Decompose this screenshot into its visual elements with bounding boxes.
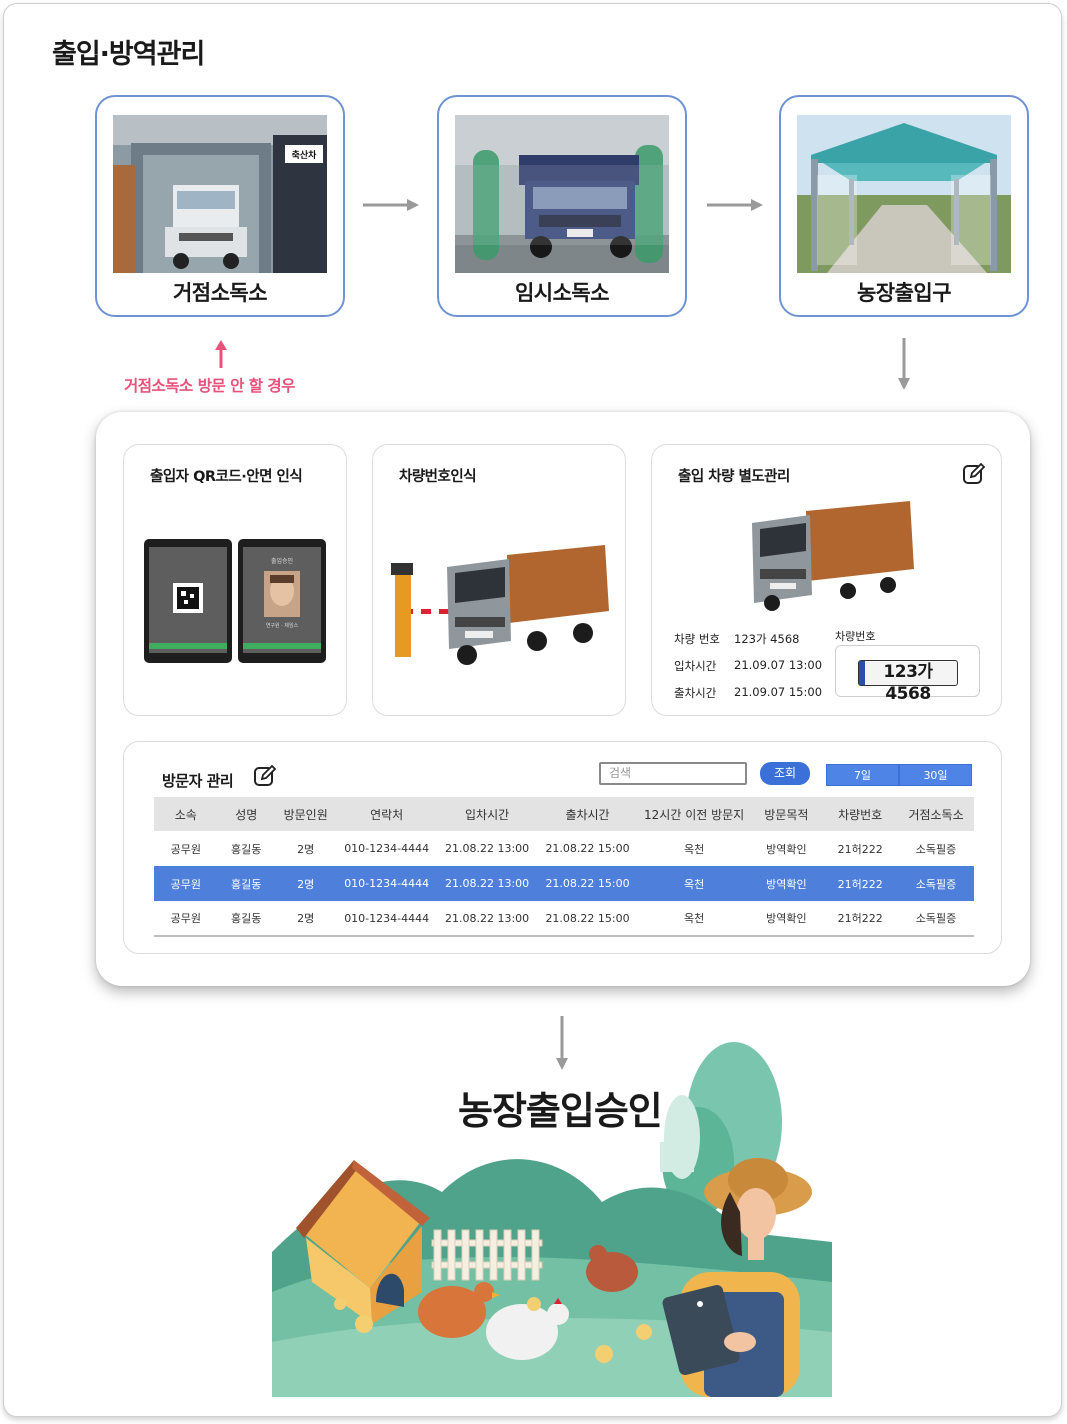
card-qr-face-recognition: 출입자 QR코드·안면 인식 출입승인 연구원 · 제임스 — [123, 444, 347, 716]
plate-display: 123가 4568 — [835, 645, 980, 704]
qr-tablet — [144, 539, 232, 663]
stage-hub-disinfection: 축산차 거점소독소 — [95, 95, 345, 317]
stage-label: 농장출입구 — [856, 281, 952, 305]
column-header: 소속 — [154, 797, 218, 831]
cell-contact: 010-1234-4444 — [336, 866, 437, 901]
cell-headcount: 2명 — [297, 842, 315, 856]
table-header-row: 소속 성명 방문인원 연락처 입차시간 출차시간 12시간 이전 방문지 방문목… — [154, 797, 974, 831]
table-row[interactable]: 공무원 홍길동 2명 010-1234-4444 21.08.22 13:00 … — [154, 831, 974, 866]
cell-purpose: 방역확인 — [750, 866, 823, 901]
cell-contact: 010-1234-4444 — [344, 842, 430, 855]
column-header: 성명 — [217, 797, 275, 831]
card-title: 출입 차량 별도관리 — [678, 469, 790, 485]
gate-truck-illustration — [391, 545, 609, 665]
stage-label: 거점소독소 — [172, 281, 268, 305]
cell-headcount: 2명 — [274, 901, 337, 937]
plate-number: 123가 4568 — [883, 662, 933, 704]
card-title: 차량번호인식 — [399, 469, 477, 485]
management-dashboard: 출입자 QR코드·안면 인식 출입승인 연구원 · 제임스 차량번호인식 출입 … — [96, 412, 1030, 986]
card-title: 방문자 관리 — [162, 772, 234, 790]
stage-farm-entrance: 농장출입구 — [779, 95, 1029, 317]
exit-time-label: 출차시간 — [674, 686, 717, 700]
vehicle-truck-illustration — [752, 501, 914, 611]
query-button[interactable]: 조회 — [760, 762, 810, 785]
skip-hub-note: 거점소독소 방문 안 할 경우 — [124, 377, 295, 395]
tablet-caption-text: 연구원 · 제임스 — [266, 622, 299, 629]
card-title: 출입자 QR코드·안면 인식 — [150, 469, 303, 485]
cell-prior-visit: 옥천 — [637, 866, 751, 901]
temporary-disinfection-photo — [455, 115, 669, 273]
stage-sign-text: 축산차 — [292, 149, 318, 161]
cell-name: 홍길동 — [231, 842, 262, 856]
cell-affiliation: 공무원 — [154, 866, 218, 901]
visitor-table: 소속 성명 방문인원 연락처 입차시간 출차시간 12시간 이전 방문지 방문목… — [154, 797, 974, 937]
cell-name: 홍길동 — [217, 901, 275, 937]
range-30d-button[interactable]: 30일 — [899, 764, 972, 786]
cell-exit-time: 21.08.22 15:00 — [537, 901, 638, 937]
column-header: 차량번호 — [822, 797, 899, 831]
cell-name: 홍길동 — [217, 866, 275, 901]
card-plate-recognition: 차량번호인식 — [372, 444, 626, 716]
cell-purpose: 방역확인 — [766, 842, 807, 856]
plate-label: 차량번호 — [835, 630, 876, 643]
cell-vehicle-number: 21허222 — [837, 842, 883, 856]
card-visitor-management: 방문자 관리 검색 조회 7일 30일 소속 성명 방문인원 연락처 입차시간 … — [123, 741, 1002, 954]
exit-time-value: 21.09.07 15:00 — [734, 685, 823, 699]
stage-label: 임시소독소 — [514, 281, 610, 305]
column-header: 12시간 이전 방문지 — [637, 797, 751, 831]
cell-contact: 010-1234-4444 — [336, 901, 437, 937]
cell-hub-disinfection: 소독필증 — [915, 842, 957, 856]
entry-time-label: 입차시간 — [674, 659, 717, 673]
license-plate: 123가 4568 — [858, 660, 958, 704]
search-input[interactable]: 검색 — [599, 762, 747, 785]
arrow-down-icon — [898, 338, 910, 390]
farm-illustration — [272, 1042, 832, 1397]
farm-entrance-photo — [797, 115, 1011, 273]
cell-exit-time: 21.08.22 15:00 — [545, 842, 630, 855]
cell-purpose: 방역확인 — [750, 901, 823, 937]
plate-band — [859, 661, 865, 685]
column-header: 거점소독소 — [898, 797, 974, 831]
table-row-selected[interactable]: 공무원 홍길동 2명 010-1234-4444 21.08.22 13:00 … — [154, 866, 974, 901]
entry-time-value: 21.09.07 13:00 — [734, 658, 823, 672]
cell-hub-disinfection: 소독필증 — [898, 866, 974, 901]
column-header: 연락처 — [336, 797, 437, 831]
cell-vehicle-number: 21허222 — [822, 901, 899, 937]
column-header: 방문인원 — [274, 797, 337, 831]
column-header: 입차시간 — [436, 797, 538, 831]
cell-entry-time: 21.08.22 13:00 — [436, 866, 538, 901]
card-vehicle-management: 출입 차량 별도관리 차량 번호 123가 4568 입차시간 21.09.07… — [651, 444, 1002, 716]
cell-entry-time: 21.08.22 13:00 — [436, 901, 538, 937]
table-row[interactable]: 공무원 홍길동 2명 010-1234-4444 21.08.22 13:00 … — [154, 901, 974, 937]
cell-prior-visit: 옥천 — [637, 901, 751, 937]
range-7d-button[interactable]: 7일 — [826, 764, 899, 786]
stage-temporary-disinfection: 임시소독소 — [437, 95, 687, 317]
cell-entry-time: 21.08.22 13:00 — [445, 842, 530, 855]
face-tablet: 출입승인 연구원 · 제임스 — [238, 539, 326, 663]
vehicle-number-label: 차량 번호 — [674, 632, 720, 646]
hub-disinfection-photo: 축산차 — [113, 115, 327, 273]
arrow-up-icon — [215, 340, 227, 368]
edit-icon[interactable] — [962, 462, 986, 486]
column-header: 출차시간 — [537, 797, 638, 831]
cell-exit-time: 21.08.22 15:00 — [537, 866, 638, 901]
cell-vehicle-number: 21허222 — [822, 866, 899, 901]
cell-hub-disinfection: 소독필증 — [898, 901, 974, 937]
cell-prior-visit: 옥천 — [684, 842, 705, 856]
column-header: 방문목적 — [750, 797, 823, 831]
edit-icon[interactable] — [253, 764, 277, 788]
cell-headcount: 2명 — [274, 866, 337, 901]
cell-affiliation: 공무원 — [170, 842, 201, 856]
tablet-header-text: 출입승인 — [271, 557, 293, 565]
cell-affiliation: 공무원 — [154, 901, 218, 937]
vehicle-number-value: 123가 4568 — [734, 632, 800, 646]
page-title: 출입·방역관리 — [52, 39, 205, 70]
arrow-right-icon — [707, 199, 763, 211]
arrow-right-icon — [363, 199, 419, 211]
